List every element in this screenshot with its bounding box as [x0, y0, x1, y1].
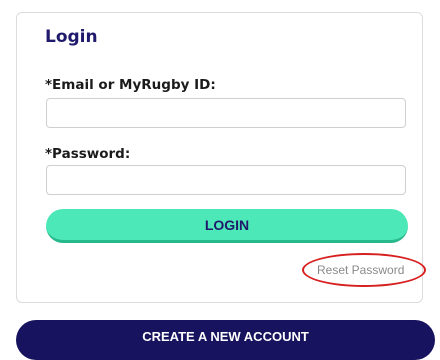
login-card: Login *Email or MyRugby ID: *Password: L…	[16, 12, 426, 303]
password-label: *Password:	[45, 146, 131, 162]
login-title: Login	[45, 27, 98, 47]
password-field[interactable]	[46, 165, 406, 195]
login-button[interactable]: LOGIN	[46, 209, 408, 243]
email-field[interactable]	[46, 98, 406, 128]
email-label: *Email or MyRugby ID:	[45, 77, 216, 93]
create-account-button[interactable]: CREATE A NEW ACCOUNT	[16, 320, 435, 360]
reset-password-link[interactable]: Reset Password	[317, 263, 404, 277]
